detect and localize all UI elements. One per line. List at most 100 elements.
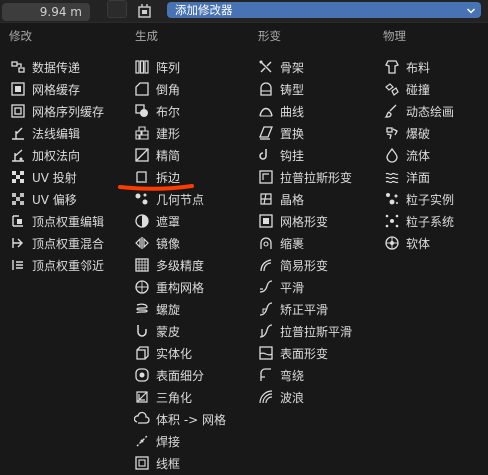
menu-item-weighted-normal[interactable]: 加权法向 [10, 144, 80, 166]
menu-item-mesh-cache[interactable]: 网格缓存 [10, 78, 80, 100]
menu-item-cast[interactable]: 铸型 [258, 78, 304, 100]
menu-item-label: 晶格 [280, 192, 305, 207]
mesh-cache-icon [10, 81, 26, 97]
menu-item-label: 遮罩 [156, 214, 181, 229]
menu-item-screw[interactable]: 螺旋 [134, 298, 180, 320]
solidify-icon [134, 345, 150, 361]
menu-item-array[interactable]: 阵列 [134, 56, 180, 78]
menu-item-solidify[interactable]: 实体化 [134, 342, 192, 364]
menu-item-weld[interactable]: 焊接 [134, 430, 180, 452]
modifier-properties-icon[interactable] [136, 2, 154, 20]
menu-item-corrective-smooth[interactable]: 矫正平滑 [258, 298, 328, 320]
menu-item-shrinkwrap[interactable]: 缩裹 [258, 232, 304, 254]
menu-item-label: 碰撞 [406, 82, 431, 97]
menu-item-label: 精简 [156, 148, 181, 163]
menu-item-fluid[interactable]: 流体 [384, 144, 430, 166]
weighted-normal-icon [10, 147, 26, 163]
menu-item-label: 简易形变 [280, 258, 329, 273]
uv-warp-icon [10, 191, 26, 207]
weld-icon [134, 433, 150, 449]
menu-item-explode[interactable]: 爆破 [384, 122, 430, 144]
menu-item-label: 表面细分 [156, 368, 205, 383]
menu-item-label: 铸型 [280, 82, 305, 97]
particle-system-icon [384, 213, 400, 229]
menu-item-label: UV 投射 [32, 170, 77, 185]
add-modifier-dropdown[interactable]: 添加修改器 [167, 2, 481, 18]
particle-instance-icon [384, 191, 400, 207]
column-title-generate: 生成 [135, 29, 158, 43]
menu-item-vertex-weight-mix[interactable]: 顶点权重混合 [10, 232, 104, 254]
menu-item-mesh-deform[interactable]: 网格形变 [258, 210, 328, 232]
menu-item-build[interactable]: 建形 [134, 122, 180, 144]
toolbar-button[interactable] [107, 0, 127, 18]
menu-item-cloth[interactable]: 布料 [384, 56, 430, 78]
menu-item-particle-instance[interactable]: 粒子实例 [384, 188, 454, 210]
menu-item-triangulate[interactable]: 三角化 [134, 386, 192, 408]
menu-item-label: 平滑 [280, 280, 305, 295]
menu-item-particle-system[interactable]: 粒子系统 [384, 210, 454, 232]
menu-item-vertex-weight-edit[interactable]: 顶点权重编辑 [10, 210, 104, 232]
menu-item-mirror[interactable]: 镜像 [134, 232, 180, 254]
array-icon [134, 59, 150, 75]
skin-icon [134, 323, 150, 339]
menu-item-lattice[interactable]: 晶格 [258, 188, 304, 210]
menu-item-label: 布尔 [156, 104, 181, 119]
menu-item-multires[interactable]: 多级精度 [134, 254, 204, 276]
menu-item-subdivision-surface[interactable]: 表面细分 [134, 364, 204, 386]
menu-item-warp[interactable]: 弯绕 [258, 364, 304, 386]
menu-item-label: 建形 [156, 126, 181, 141]
red-underline-annotation [118, 184, 194, 191]
menu-item-volume-to-mesh[interactable]: 体积 -> 网格 [134, 408, 226, 430]
menu-item-label: 重构网格 [156, 280, 205, 295]
menu-item-curve[interactable]: 曲线 [258, 100, 304, 122]
menu-item-decimate[interactable]: 精简 [134, 144, 180, 166]
value-field[interactable]: 9.94 m [2, 3, 90, 21]
menu-item-wave[interactable]: 波浪 [258, 386, 304, 408]
menu-item-label: 布料 [406, 60, 431, 75]
menu-item-displace[interactable]: 置换 [258, 122, 304, 144]
menu-item-dynamic-paint[interactable]: 动态绘画 [384, 100, 454, 122]
menu-item-laplacian-deform[interactable]: 拉普拉斯形变 [258, 166, 352, 188]
menu-item-surface-deform[interactable]: 表面形变 [258, 342, 328, 364]
menu-item-remesh[interactable]: 重构网格 [134, 276, 204, 298]
menu-item-hook[interactable]: 钩挂 [258, 144, 304, 166]
menu-item-label: 网格形变 [280, 214, 329, 229]
menu-item-laplacian-smooth[interactable]: 拉普拉斯平滑 [258, 320, 352, 342]
menu-item-mask[interactable]: 遮罩 [134, 210, 180, 232]
menu-item-soft-body[interactable]: 软体 [384, 232, 430, 254]
menu-item-label: 顶点权重编辑 [32, 214, 105, 229]
menu-item-armature[interactable]: 骨架 [258, 56, 304, 78]
menu-item-label: 线框 [156, 456, 181, 471]
menu-item-vertex-weight-proximity[interactable]: 顶点权重邻近 [10, 254, 104, 276]
wave-icon [258, 389, 274, 405]
menu-item-label: 拉普拉斯形变 [280, 170, 353, 185]
chevron-down-icon [466, 4, 476, 14]
warp-icon [258, 367, 274, 383]
menu-item-label: 数据传递 [32, 60, 81, 75]
menu-item-skin[interactable]: 蒙皮 [134, 320, 180, 342]
corrective-smooth-icon [258, 301, 274, 317]
menu-item-uv-project[interactable]: UV 投射 [10, 166, 77, 188]
displace-icon [258, 125, 274, 141]
menu-item-label: 爆破 [406, 126, 431, 141]
menu-item-label: 阵列 [156, 60, 181, 75]
menu-item-label: 网格缓存 [32, 82, 81, 97]
menu-item-simple-deform[interactable]: 简易形变 [258, 254, 328, 276]
menu-item-ocean[interactable]: 洋面 [384, 166, 430, 188]
screw-icon [134, 301, 150, 317]
menu-item-label: 粒子实例 [406, 192, 455, 207]
menu-item-uv-warp[interactable]: UV 偏移 [10, 188, 77, 210]
data-transfer-icon [10, 59, 26, 75]
menu-item-collision[interactable]: 碰撞 [384, 78, 430, 100]
menu-item-smooth[interactable]: 平滑 [258, 276, 304, 298]
menu-item-wireframe[interactable]: 线框 [134, 452, 180, 474]
menu-item-boolean[interactable]: 布尔 [134, 100, 180, 122]
menu-item-normal-edit[interactable]: 法线编辑 [10, 122, 80, 144]
fluid-icon [384, 147, 400, 163]
menu-item-bevel[interactable]: 倒角 [134, 78, 180, 100]
menu-item-label: 网格序列缓存 [32, 104, 105, 119]
menu-item-data-transfer[interactable]: 数据传递 [10, 56, 80, 78]
build-icon [134, 125, 150, 141]
simple-deform-icon [258, 257, 274, 273]
menu-item-mesh-sequence-cache[interactable]: 网格序列缓存 [10, 100, 104, 122]
